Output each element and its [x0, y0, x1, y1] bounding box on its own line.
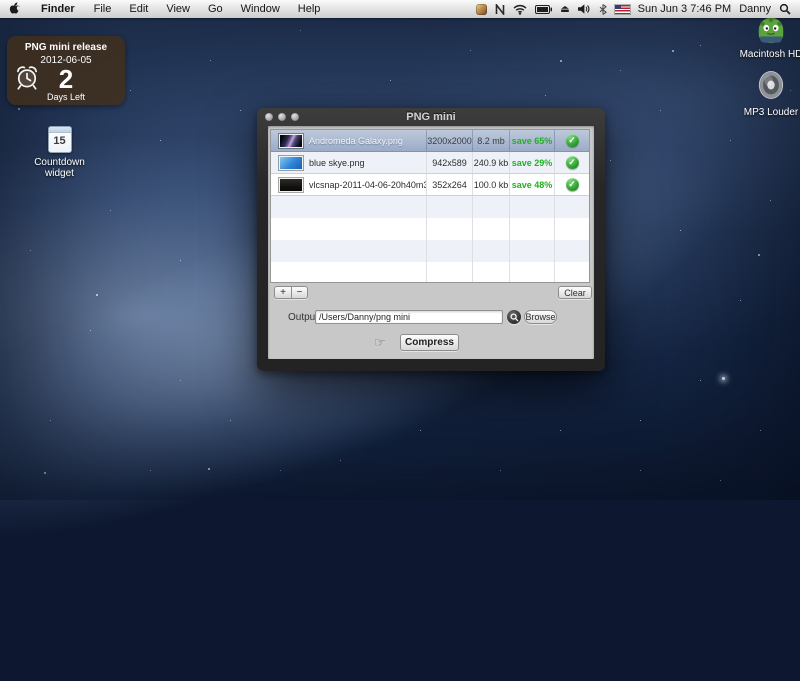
- empty-table-row[interactable]: [271, 218, 589, 240]
- desktop-icon-mp3-louder[interactable]: MP3 Louder: [735, 70, 800, 118]
- check-icon: ✓: [566, 156, 579, 169]
- empty-table-row[interactable]: [271, 240, 589, 262]
- file-name: blue skye.png: [309, 158, 365, 168]
- desktop-icon-label: Macintosh HD: [735, 49, 800, 60]
- menu-view[interactable]: View: [157, 0, 199, 18]
- table-row[interactable]: Andromeda Galaxy.png 3200x2000 8.2 mb sa…: [271, 130, 589, 152]
- notes-indicator-icon[interactable]: [495, 0, 505, 18]
- png-mini-window: PNG mini Andromeda Galaxy.png 3200x2000 …: [257, 108, 605, 371]
- empty-table-row[interactable]: [271, 262, 589, 283]
- bluetooth-icon[interactable]: [599, 0, 607, 18]
- file-save-percent: save 48%: [509, 174, 554, 195]
- file-dimensions: 942x589: [426, 152, 472, 173]
- desktop-icon-label: Countdown widget: [22, 157, 97, 179]
- menu-app-name[interactable]: Finder: [31, 0, 85, 18]
- window-titlebar[interactable]: PNG mini: [257, 108, 605, 126]
- menu-clock[interactable]: Sun Jun 3 7:46 PM: [638, 3, 732, 15]
- input-source-flag-icon[interactable]: [615, 0, 630, 18]
- menu-user[interactable]: Danny: [739, 3, 771, 15]
- file-name: Andromeda Galaxy.png: [309, 136, 403, 146]
- file-size: 8.2 mb: [472, 130, 509, 151]
- table-row[interactable]: vlcsnap-2011-04-06-20h40m36s165.png 352x…: [271, 174, 589, 196]
- wifi-icon[interactable]: [513, 0, 527, 18]
- clear-button[interactable]: Clear: [558, 286, 592, 299]
- volume-icon[interactable]: [578, 0, 591, 18]
- window-content: Andromeda Galaxy.png 3200x2000 8.2 mb sa…: [268, 126, 594, 359]
- pointing-hand-icon: ☞: [374, 335, 386, 351]
- file-dimensions: 352x264: [426, 174, 472, 195]
- check-icon: ✓: [566, 178, 579, 191]
- file-name: vlcsnap-2011-04-06-20h40m36s165.png: [309, 180, 426, 190]
- file-table: Andromeda Galaxy.png 3200x2000 8.2 mb sa…: [270, 129, 590, 283]
- output-path-input[interactable]: [315, 310, 503, 324]
- file-thumbnail: [279, 156, 303, 170]
- menu-help[interactable]: Help: [289, 0, 330, 18]
- file-save-percent: save 65%: [509, 130, 554, 151]
- file-save-percent: save 29%: [509, 152, 554, 173]
- desktop-icon-countdown-widget[interactable]: 15 Countdown widget: [22, 126, 97, 179]
- menu-bar-left: Finder File Edit View Go Window Help: [0, 0, 329, 18]
- add-file-button[interactable]: +: [274, 286, 291, 299]
- check-icon: ✓: [566, 134, 579, 147]
- browse-button[interactable]: Browse: [524, 310, 557, 324]
- file-size: 100.0 kb: [472, 174, 509, 195]
- calendar-icon: 15: [48, 126, 72, 153]
- window-title: PNG mini: [257, 108, 605, 126]
- remove-file-button[interactable]: −: [291, 286, 308, 299]
- search-path-button[interactable]: [507, 310, 521, 324]
- app-menu-extra-icon[interactable]: [476, 0, 487, 18]
- calendar-day: 15: [49, 133, 71, 150]
- battery-icon[interactable]: [535, 0, 552, 18]
- desktop-icon-label: MP3 Louder: [735, 107, 800, 118]
- widget-days-label: Days Left: [7, 92, 125, 102]
- alarm-clock-icon: [14, 63, 40, 92]
- menu-bar-status-area: ⏏ Sun Jun 3 7:46 PM Danny: [476, 0, 800, 18]
- table-row[interactable]: blue skye.png 942x589 240.9 kb save 29% …: [271, 152, 589, 174]
- file-thumbnail: [279, 178, 303, 192]
- speaker-icon: [757, 70, 785, 100]
- add-remove-segment: + −: [274, 286, 308, 299]
- file-size: 240.9 kb: [472, 152, 509, 173]
- compress-button[interactable]: Compress: [400, 334, 459, 351]
- file-dimensions: 3200x2000: [426, 130, 472, 151]
- desktop-icon-macintosh-hd[interactable]: Macintosh HD: [735, 12, 800, 60]
- file-thumbnail: [279, 134, 303, 148]
- menu-bar: Finder File Edit View Go Window Help: [0, 0, 800, 18]
- widget-title: PNG mini release: [7, 42, 125, 53]
- menu-file[interactable]: File: [85, 0, 121, 18]
- countdown-widget-panel[interactable]: PNG mini release 2012-06-05 2 Days Left: [7, 36, 125, 105]
- spotlight-icon[interactable]: [779, 0, 791, 18]
- menu-edit[interactable]: Edit: [120, 0, 157, 18]
- eject-icon[interactable]: ⏏: [560, 0, 569, 18]
- empty-table-row[interactable]: [271, 196, 589, 218]
- apple-menu-icon[interactable]: [0, 0, 31, 18]
- menu-window[interactable]: Window: [232, 0, 289, 18]
- menu-go[interactable]: Go: [199, 0, 232, 18]
